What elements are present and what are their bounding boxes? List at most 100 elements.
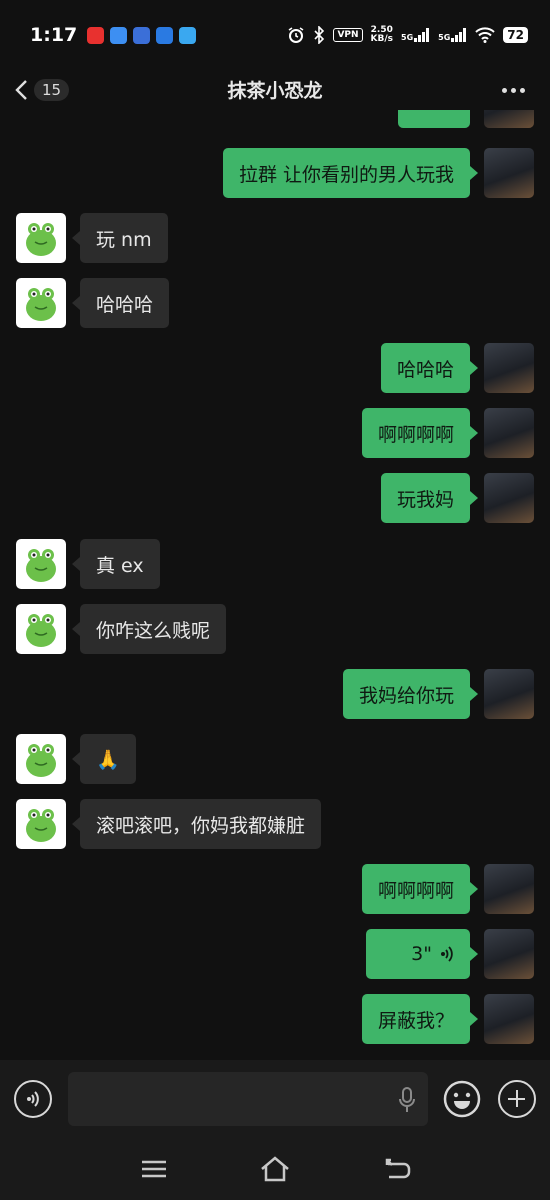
back-nav-icon[interactable] [382,1154,414,1184]
notification-icons [87,26,197,44]
frog-avatar-icon [26,549,56,582]
message-row-mine: 3" [0,929,550,979]
speed-unit: KB/s [370,34,394,44]
contact-avatar[interactable] [16,539,66,589]
signal-sim2: 5G [438,28,467,42]
bubble-tail [72,231,80,245]
system-nav-bar [0,1140,550,1200]
frog-avatar-icon [26,809,56,842]
message-bubble[interactable]: 啊啊啊啊 [361,408,470,458]
message-bubble[interactable]: 玩我妈 [380,473,470,523]
more-icon-dot [519,87,525,93]
bubble-tail [72,622,80,636]
message-row-theirs: 玩 nm [0,213,550,263]
status-time: 1:17 [30,24,78,46]
emoji-icon[interactable] [443,1080,481,1118]
message-text: 拉群 让你看别的男人玩我 [238,163,454,186]
network-speed: 2.50 KB/s [371,26,393,44]
message-bubble[interactable]: 啊啊啊啊 [361,864,470,914]
more-icon [501,87,507,93]
bubble-tail [470,882,478,896]
voice-message-bubble[interactable]: 3" [366,929,470,979]
message-text: 真 ex [96,554,144,577]
message-bubble[interactable]: 玩 nm [80,213,168,263]
message-bubble[interactable]: 你咋这么贱呢 [80,604,227,654]
chat-messages[interactable]: 拉群 让你看别的男人玩我 玩 nm 哈哈哈 哈哈哈 啊啊啊啊 玩我妈 真 ex … [0,110,550,1060]
voice-input-button[interactable] [14,1080,52,1118]
message-bubble[interactable]: 滚吧滚吧，你妈我都嫌脏 [80,799,322,849]
frog-avatar-icon [26,614,56,647]
frog-avatar-icon [26,288,56,321]
message-row-mine: 我妈给你玩 [0,669,550,719]
message-text: 滚吧滚吧，你妈我都嫌脏 [96,814,306,837]
my-avatar[interactable] [484,343,534,393]
message-bubble[interactable]: 🙏 [80,734,136,784]
planet-app-icon [179,26,197,44]
my-avatar[interactable] [484,473,534,523]
my-avatar[interactable] [484,864,534,914]
my-avatar[interactable] [484,669,534,719]
message-bubble[interactable]: 我妈给你玩 [342,669,470,719]
menu-icon[interactable] [138,1154,170,1184]
message-bubble[interactable]: 屏蔽我？ [361,994,470,1044]
contact-avatar[interactable] [16,604,66,654]
message-row-theirs: 滚吧滚吧，你妈我都嫌脏 [0,799,550,849]
vpn-badge: VPN [333,28,363,42]
frog-avatar-icon [26,223,56,256]
voice-duration: 3" [411,943,432,965]
bubble-tail [470,687,478,701]
message-row-mine: 屏蔽我？ [0,994,550,1044]
contact-avatar[interactable] [16,734,66,784]
message-row-mine: 哈哈哈 [0,343,550,393]
alarm-icon [288,27,304,43]
message-text: 啊啊啊啊 [377,879,454,902]
message-text: 🙏 [96,748,120,771]
chat-header: 15 抹茶小恐龙 [0,70,550,110]
bubble-tail [72,752,80,766]
message-row-theirs: 哈哈哈 [0,278,550,328]
input-bar [0,1060,550,1140]
message-bubble[interactable]: 哈哈哈 [380,343,470,393]
my-avatar[interactable] [484,110,534,128]
message-row-mine: 啊啊啊啊 [0,408,550,458]
bubble-tail [470,947,478,961]
bubble-tail [470,426,478,440]
message-row-mine: 玩我妈 [0,473,550,523]
mic-icon[interactable] [398,1087,416,1113]
message-bubble[interactable]: 真 ex [80,539,160,589]
bubble-tail [72,557,80,571]
voice-wave-icon [441,946,453,962]
message-row-theirs: 你咋这么贱呢 [0,604,550,654]
status-right: VPN 2.50 KB/s 5G 5G 72 [287,26,528,44]
home-icon[interactable] [259,1154,291,1184]
message-bubble[interactable]: 拉群 让你看别的男人玩我 [222,148,470,198]
signal-icon [414,28,430,42]
message-text: 哈哈哈 [396,358,454,381]
my-avatar[interactable] [484,148,534,198]
cloud-app-icon [110,26,128,44]
battery-indicator: 72 [503,27,528,43]
bubble-tail [72,296,80,310]
contact-avatar[interactable] [16,799,66,849]
bluetooth-icon [314,26,325,44]
my-avatar[interactable] [484,929,534,979]
plus-icon[interactable] [498,1080,536,1118]
red-app-icon [87,26,105,44]
message-bubble[interactable] [398,110,470,128]
contact-avatar[interactable] [16,278,66,328]
contact-avatar[interactable] [16,213,66,263]
signal-icon [451,28,467,42]
message-input[interactable] [68,1072,428,1126]
chat-title: 抹茶小恐龙 [227,80,323,102]
bubble-tail [470,166,478,180]
message-row-mine: 拉群 让你看别的男人玩我 [0,148,550,198]
bubble-tail [470,1012,478,1026]
message-text: 我妈给你玩 [358,684,454,707]
message-text: 你咋这么贱呢 [96,619,211,642]
message-bubble[interactable]: 哈哈哈 [80,278,170,328]
my-avatar[interactable] [484,408,534,458]
more-icon-dot [510,87,516,93]
more-button[interactable] [498,76,528,104]
my-avatar[interactable] [484,994,534,1044]
message-row-theirs: 🙏 [0,734,550,784]
